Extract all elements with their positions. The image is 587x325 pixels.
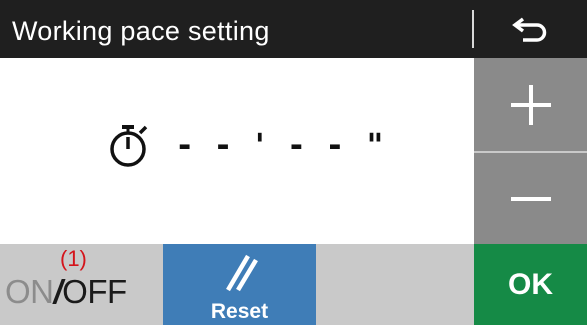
reset-button[interactable]: Reset (163, 244, 316, 325)
pace-value: - - ' - - " (178, 126, 391, 164)
timer-display: - - ' - - " (106, 115, 390, 175)
on-off-label: ON/OFF (5, 272, 127, 312)
minus-icon (510, 196, 551, 201)
ok-button[interactable]: OK (474, 244, 587, 325)
plus-icon (510, 84, 551, 125)
reset-label: Reset (210, 300, 269, 323)
callout-index: (1) (60, 246, 87, 271)
on-off-toggle-button[interactable]: (1) ON/OFF (0, 244, 163, 325)
page-title: Working pace setting (12, 16, 270, 46)
pace-display-area: - - ' - - " (0, 58, 474, 244)
empty-button-slot (316, 244, 474, 325)
back-button[interactable] (474, 0, 587, 58)
stopwatch-icon (110, 125, 148, 167)
title-bar: Working pace setting (0, 0, 587, 58)
on-label: ON (5, 273, 54, 310)
reset-slash-icon (226, 254, 258, 292)
decrease-button[interactable] (474, 153, 587, 244)
increase-button[interactable] (474, 58, 587, 151)
off-label: OFF (62, 273, 127, 310)
back-arrow-icon (511, 17, 546, 42)
slash-label: / (53, 273, 63, 310)
